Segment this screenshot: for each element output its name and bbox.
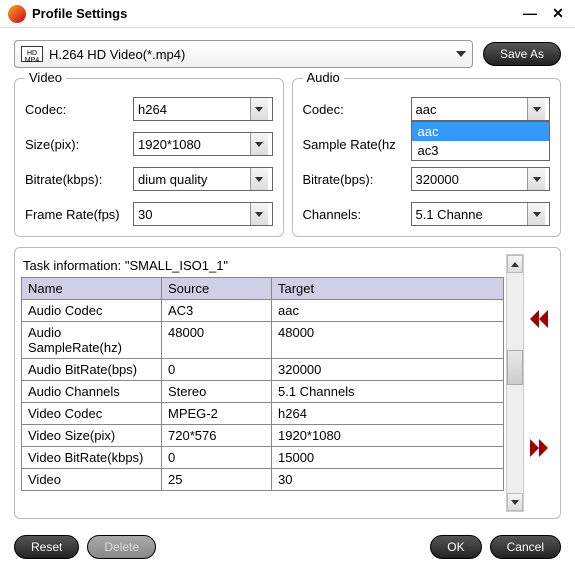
table-cell: 25	[162, 469, 272, 491]
ok-button[interactable]: OK	[430, 535, 481, 559]
table-cell: Video Codec	[22, 403, 162, 425]
chevron-down-icon	[527, 203, 545, 225]
table-header-source[interactable]: Source	[162, 278, 272, 300]
table-row: Audio SampleRate(hz)4800048000	[22, 322, 504, 359]
video-bitrate-combo[interactable]: dium quality	[133, 167, 273, 191]
window-title: Profile Settings	[32, 6, 521, 21]
table-cell: Audio BitRate(bps)	[22, 359, 162, 381]
audio-channels-label: Channels:	[303, 207, 411, 222]
task-table: Name Source Target Audio CodecAC3aacAudi…	[21, 277, 504, 491]
table-header-target[interactable]: Target	[272, 278, 504, 300]
audio-codec-dropdown-list: aac ac3	[411, 121, 551, 161]
video-codec-label: Codec:	[25, 102, 133, 117]
table-row: Audio CodecAC3aac	[22, 300, 504, 322]
table-cell: Audio Channels	[22, 381, 162, 403]
table-header-name[interactable]: Name	[22, 278, 162, 300]
video-codec-combo[interactable]: h264	[133, 97, 273, 121]
table-row: Audio ChannelsStereo5.1 Channels	[22, 381, 504, 403]
table-cell: 0	[162, 359, 272, 381]
chevron-down-icon	[527, 168, 545, 190]
video-size-label: Size(pix):	[25, 137, 133, 152]
table-cell: 320000	[272, 359, 504, 381]
audio-samplerate-label: Sample Rate(hz	[303, 137, 411, 152]
audio-bitrate-combo[interactable]: 320000	[411, 167, 551, 191]
table-cell: Stereo	[162, 381, 272, 403]
audio-codec-label: Codec:	[303, 102, 411, 117]
video-size-combo[interactable]: 1920*1080	[133, 132, 273, 156]
table-cell: Audio SampleRate(hz)	[22, 322, 162, 359]
chevron-down-icon	[456, 51, 466, 57]
dropdown-option-aac[interactable]: aac	[412, 122, 550, 141]
table-cell: 48000	[272, 322, 504, 359]
audio-codec-combo[interactable]: aac aac ac3	[411, 97, 551, 121]
table-cell: AC3	[162, 300, 272, 322]
video-bitrate-label: Bitrate(kbps):	[25, 172, 133, 187]
video-panel-title: Video	[25, 70, 66, 85]
table-cell: 720*576	[162, 425, 272, 447]
close-button[interactable]: ✕	[549, 5, 567, 23]
table-row: Video Size(pix)720*5761920*1080	[22, 425, 504, 447]
table-cell: Audio Codec	[22, 300, 162, 322]
profile-dropdown[interactable]: HD MP4 H.264 HD Video(*.mp4)	[14, 40, 473, 68]
chevron-down-icon	[250, 98, 268, 120]
table-cell: Video	[22, 469, 162, 491]
table-cell: aac	[272, 300, 504, 322]
chevron-down-icon	[250, 203, 268, 225]
table-cell: 1920*1080	[272, 425, 504, 447]
video-framerate-label: Frame Rate(fps)	[25, 207, 133, 222]
audio-panel: Audio Codec: aac aac ac3	[292, 78, 562, 237]
video-panel: Video Codec: h264 Size(pix): 1920*1080	[14, 78, 284, 237]
titlebar: Profile Settings — ✕	[0, 0, 575, 28]
table-cell: 48000	[162, 322, 272, 359]
table-cell: h264	[272, 403, 504, 425]
table-cell: Video Size(pix)	[22, 425, 162, 447]
save-as-button[interactable]: Save As	[483, 42, 561, 66]
scroll-up-button[interactable]	[507, 255, 523, 273]
video-framerate-combo[interactable]: 30	[133, 202, 273, 226]
table-row: Audio BitRate(bps)0320000	[22, 359, 504, 381]
scroll-thumb[interactable]	[507, 350, 523, 385]
chevron-down-icon	[527, 98, 545, 120]
table-cell: 15000	[272, 447, 504, 469]
scroll-down-button[interactable]	[507, 493, 523, 511]
table-row: Video CodecMPEG-2h264	[22, 403, 504, 425]
chevron-down-icon	[250, 168, 268, 190]
scroll-track[interactable]	[507, 273, 523, 493]
cancel-button[interactable]: Cancel	[490, 535, 561, 559]
delete-button[interactable]: Delete	[87, 535, 156, 559]
profile-text: H.264 HD Video(*.mp4)	[49, 47, 456, 62]
minimize-button[interactable]: —	[521, 5, 539, 23]
table-row: Video BitRate(kbps)015000	[22, 447, 504, 469]
profile-format-icon: HD MP4	[21, 46, 43, 62]
task-caption: Task information: "SMALL_ISO1_1"	[21, 254, 504, 277]
prev-task-button[interactable]	[530, 310, 548, 328]
audio-channels-combo[interactable]: 5.1 Channe	[411, 202, 551, 226]
table-cell: 5.1 Channels	[272, 381, 504, 403]
audio-panel-title: Audio	[303, 70, 344, 85]
table-cell: 30	[272, 469, 504, 491]
table-cell: Video BitRate(kbps)	[22, 447, 162, 469]
table-row: Video2530	[22, 469, 504, 491]
task-info-panel: Task information: "SMALL_ISO1_1" Name So…	[14, 247, 561, 519]
audio-bitrate-label: Bitrate(bps):	[303, 172, 411, 187]
table-cell: 0	[162, 447, 272, 469]
vertical-scrollbar[interactable]	[506, 254, 524, 512]
next-task-button[interactable]	[530, 439, 548, 457]
dropdown-option-ac3[interactable]: ac3	[412, 141, 550, 160]
reset-button[interactable]: Reset	[14, 535, 79, 559]
chevron-down-icon	[250, 133, 268, 155]
table-cell: MPEG-2	[162, 403, 272, 425]
app-icon	[8, 5, 26, 23]
